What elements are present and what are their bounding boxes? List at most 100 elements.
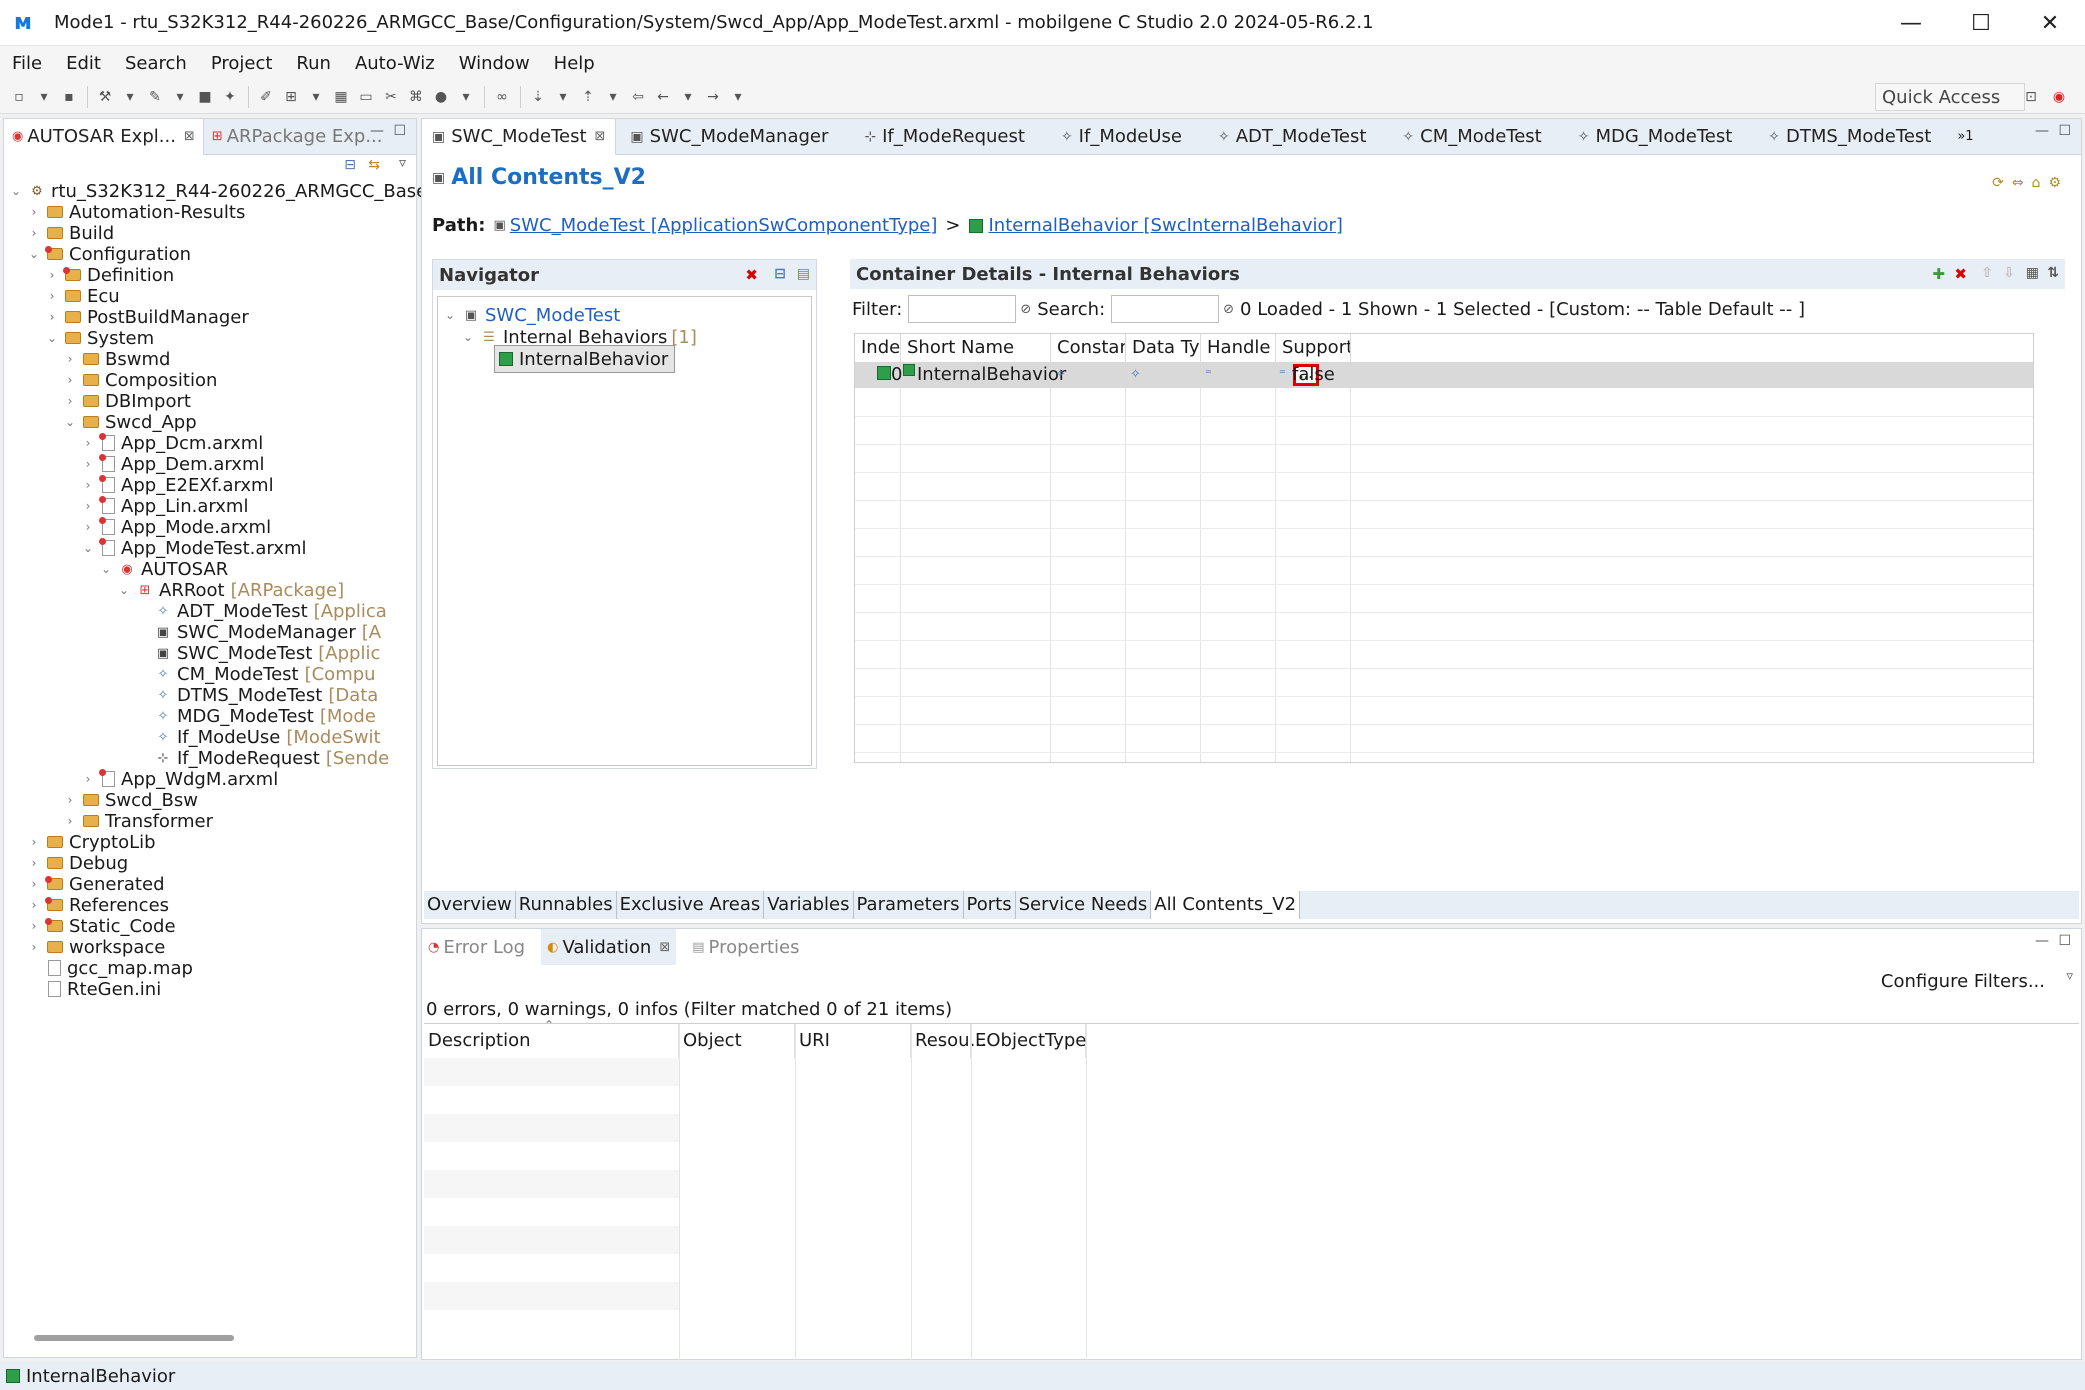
move-up-icon[interactable]: ⇧ [1981, 265, 1993, 281]
chevron-right-icon[interactable]: › [26, 898, 42, 912]
sort-icon[interactable]: ⇅ [2047, 265, 2059, 281]
chevron-right-icon[interactable]: › [44, 310, 60, 324]
path-link-behavior[interactable]: InternalBehavior [SwcInternalBehavior] [989, 215, 1343, 236]
view-menu-icon[interactable]: ▿ [399, 155, 406, 171]
column-header-uri[interactable]: URI [795, 1024, 911, 1058]
reference-icon[interactable]: ✧ [1055, 362, 1066, 388]
dropdown-icon[interactable]: ▾ [171, 88, 189, 106]
rect-icon[interactable]: ▭ [357, 88, 375, 106]
maximize-editor-icon[interactable]: ☐ [2058, 123, 2071, 139]
configure-filters-button[interactable]: Configure Filters... [1881, 971, 2045, 992]
quick-access-input[interactable]: Quick Access [1875, 83, 2025, 111]
column-header-short-name[interactable]: Short Name [901, 334, 1051, 362]
tab-if-modeuse[interactable]: ✧ If_ModeUse [1051, 119, 1192, 155]
column-header-object[interactable]: Object [679, 1024, 795, 1058]
close-tab-icon[interactable]: ⊠ [659, 940, 670, 955]
chevron-right-icon[interactable]: › [26, 856, 42, 870]
chevron-right-icon[interactable]: › [62, 352, 78, 366]
tab-ports[interactable]: Ports [964, 891, 1016, 919]
collapse-icon[interactable]: ⊟ [774, 266, 786, 282]
menu-project[interactable]: Project [211, 53, 273, 74]
move-down-icon[interactable]: ⇩ [2003, 265, 2015, 281]
tab-parameters[interactable]: Parameters [854, 891, 964, 919]
save-icon[interactable]: ▪ [60, 88, 78, 106]
chevron-right-icon[interactable]: › [62, 394, 78, 408]
menu-help[interactable]: Help [554, 53, 595, 74]
open-perspective-icon[interactable]: ⊡ [2022, 88, 2040, 106]
chevron-down-icon[interactable]: ⌄ [98, 562, 114, 576]
clear-search-icon[interactable]: ⊘ [1223, 302, 1234, 317]
minimize-view-icon[interactable]: — [2035, 933, 2049, 949]
minimize-button[interactable]: — [1876, 0, 1946, 46]
tag-icon[interactable]: ⌘ [407, 88, 425, 106]
view-menu-icon[interactable]: ▿ [2066, 969, 2073, 984]
next-annotation-icon[interactable]: ⇣ [529, 88, 547, 106]
chevron-down-icon[interactable]: ⌄ [8, 184, 24, 198]
table-icon[interactable]: ▦ [332, 88, 350, 106]
chevron-right-icon[interactable]: › [80, 772, 96, 786]
tab-service-needs[interactable]: Service Needs [1016, 891, 1152, 919]
home-icon[interactable]: ⌂ [2032, 175, 2041, 191]
terminal-icon[interactable]: ■ [196, 88, 214, 106]
chevron-right-icon[interactable]: › [26, 835, 42, 849]
spark-icon[interactable]: ✦ [221, 88, 239, 106]
chevron-right-icon[interactable]: › [26, 919, 42, 933]
wizard-icon[interactable]: ✎ [146, 88, 164, 106]
chevron-right-icon[interactable]: › [80, 436, 96, 450]
dropdown-icon[interactable]: ▾ [307, 88, 325, 106]
filter-input[interactable] [908, 295, 1017, 323]
expand-icon[interactable]: ⌄ [460, 330, 476, 344]
dropdown-icon[interactable]: ▾ [554, 88, 572, 106]
chevron-right-icon[interactable]: › [62, 793, 78, 807]
tab-runnables[interactable]: Runnables [516, 891, 617, 919]
column-header-constant[interactable]: Constant... [1051, 334, 1126, 362]
build-icon[interactable]: ⚒ [96, 88, 114, 106]
maximize-view-icon[interactable]: ☐ [2058, 933, 2071, 949]
menu-edit[interactable]: Edit [66, 53, 101, 74]
search-input[interactable] [1111, 295, 1220, 323]
add-icon[interactable]: ✚ [1932, 265, 1945, 283]
perspective-icon[interactable]: ◉ [2050, 88, 2068, 106]
minimize-editor-icon[interactable]: — [2035, 123, 2049, 139]
chevron-right-icon[interactable]: › [80, 457, 96, 471]
chevron-right-icon[interactable]: › [62, 814, 78, 828]
collapse-all-icon[interactable]: ⊟ [344, 157, 356, 173]
chevron-right-icon[interactable]: › [26, 226, 42, 240]
settings-icon[interactable]: ⚙ [2048, 175, 2061, 191]
edit-table-icon[interactable]: ▦ [2026, 265, 2039, 281]
maximize-button[interactable]: ☐ [1946, 0, 2016, 46]
sync-icon[interactable]: ⟳ [1992, 175, 2004, 191]
edit-icon[interactable]: ✐ [257, 88, 275, 106]
column-header-index[interactable]: Index [855, 334, 901, 362]
chevron-right-icon[interactable]: › [26, 205, 42, 219]
tab-all-contents[interactable]: All Contents_V2 [1151, 891, 1301, 919]
tab-error-log[interactable]: ◔ Error Log [422, 929, 531, 965]
component-icon[interactable]: ⊞ [282, 88, 300, 106]
tab-properties[interactable]: ▤ Properties [686, 929, 805, 965]
chevron-down-icon[interactable]: ⌄ [26, 247, 42, 261]
tree-item[interactable]: RteGen.ini [26, 975, 161, 1003]
horizontal-scrollbar[interactable] [34, 1335, 234, 1341]
column-header-eobjecttype[interactable]: EObjectType [971, 1024, 1086, 1058]
chevron-down-icon[interactable]: ⌄ [44, 331, 60, 345]
tab-adt-modetest[interactable]: ✧ ADT_ModeTest [1208, 119, 1376, 155]
chevron-down-icon[interactable]: ⌄ [62, 415, 78, 429]
reference-icon[interactable]: ✧ [1130, 362, 1141, 388]
tab-variables[interactable]: Variables [764, 891, 854, 919]
tab-if-moderequest[interactable]: ⊹ If_ModeRequest [854, 119, 1035, 155]
link-editor-icon[interactable]: ⇆ [368, 157, 380, 173]
cell-short-name[interactable]: InternalBehavior [917, 362, 1066, 388]
menu-search[interactable]: Search [125, 53, 187, 74]
chevron-down-icon[interactable]: ⌄ [80, 541, 96, 555]
delete-icon[interactable]: ✖ [1954, 265, 1967, 283]
dropdown-icon[interactable]: ▾ [604, 88, 622, 106]
back-icon[interactable]: ⇦ [629, 88, 647, 106]
maximize-view-icon[interactable]: ☐ [393, 123, 406, 139]
column-header-data-type[interactable]: Data Typ... [1126, 334, 1201, 362]
path-link-component[interactable]: SWC_ModeTest [ApplicationSwComponentType… [510, 215, 938, 236]
menu-auto-wiz[interactable]: Auto-Wiz [355, 53, 435, 74]
chevron-down-icon[interactable]: ⌄ [116, 583, 132, 597]
link-icon[interactable]: ∞ [493, 88, 511, 106]
tab-autosar-explorer[interactable]: ◉ AUTOSAR Expl... ⊠ [4, 118, 204, 155]
tab-validation[interactable]: ◐ Validation ⊠ [541, 929, 677, 965]
